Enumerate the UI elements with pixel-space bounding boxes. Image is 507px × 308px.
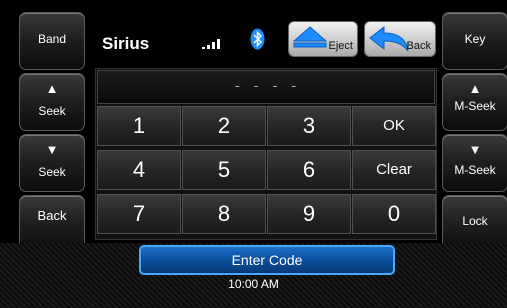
- up-arrow-icon: ▲: [468, 81, 482, 96]
- back-side-label: Back: [37, 208, 67, 223]
- clock: 10:00 AM: [228, 277, 279, 291]
- mseek-down-button[interactable]: ▼ M-Seek: [442, 134, 507, 192]
- seek-up-button[interactable]: ▲ Seek: [19, 73, 85, 131]
- band-button[interactable]: Band: [19, 12, 85, 70]
- header-bar: Sirius Eject Back: [90, 12, 438, 62]
- seek-down-label: Seek: [38, 165, 66, 179]
- signal-bars-icon: [202, 39, 220, 49]
- enter-code-button[interactable]: Enter Code: [139, 245, 395, 275]
- up-arrow-icon: ▲: [45, 81, 59, 96]
- mseek-down-label: M-Seek: [454, 163, 496, 177]
- lock-label: Lock: [462, 214, 488, 228]
- code-display: - - - -: [97, 70, 435, 104]
- bluetooth-icon: [250, 28, 265, 50]
- clear-key[interactable]: Clear: [352, 150, 436, 190]
- seek-up-label: Seek: [38, 104, 66, 118]
- key-9[interactable]: 9: [267, 194, 351, 234]
- ok-key[interactable]: OK: [352, 106, 436, 146]
- down-arrow-icon: ▼: [45, 142, 59, 157]
- mseek-up-button[interactable]: ▲ M-Seek: [442, 73, 507, 131]
- key-0[interactable]: 0: [352, 194, 436, 234]
- key-1[interactable]: 1: [97, 106, 181, 146]
- eject-button[interactable]: Eject: [288, 21, 358, 57]
- mseek-up-label: M-Seek: [454, 99, 496, 113]
- eject-icon: [293, 26, 327, 48]
- key-6[interactable]: 6: [267, 150, 351, 190]
- key-3[interactable]: 3: [267, 106, 351, 146]
- key-8[interactable]: 8: [182, 194, 266, 234]
- back-label: Back: [406, 40, 431, 52]
- key-7[interactable]: 7: [97, 194, 181, 234]
- key-label: Key: [464, 32, 486, 46]
- source-title: Sirius: [102, 34, 150, 53]
- key-4[interactable]: 4: [97, 150, 181, 190]
- back-arrow-icon: [369, 25, 409, 52]
- down-arrow-icon: ▼: [468, 142, 482, 157]
- seek-down-button[interactable]: ▼ Seek: [19, 134, 85, 192]
- key-button[interactable]: Key: [442, 12, 507, 70]
- eject-label: Eject: [328, 40, 353, 52]
- key-2[interactable]: 2: [182, 106, 266, 146]
- keypad-panel: - - - - 1 2 3 OK 4 5 6 Clear 7 8 9 0: [95, 68, 437, 240]
- band-label: Band: [37, 32, 67, 46]
- key-5[interactable]: 5: [182, 150, 266, 190]
- back-button[interactable]: Back: [364, 21, 436, 57]
